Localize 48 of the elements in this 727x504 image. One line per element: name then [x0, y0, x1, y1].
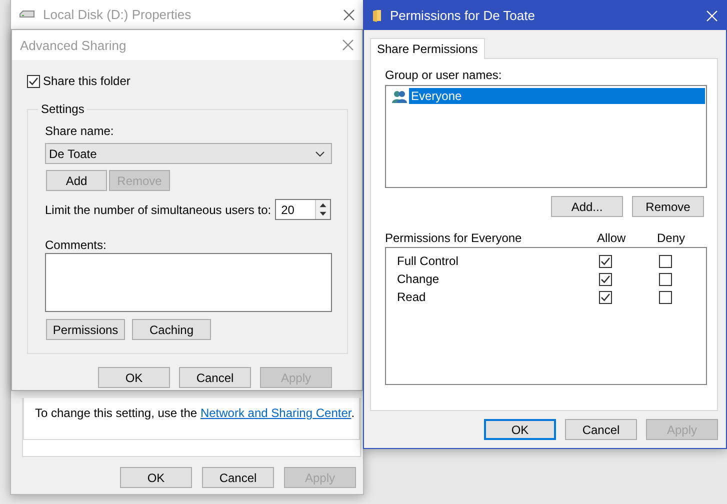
tab[interactable]: Share Permissions [370, 38, 485, 59]
column-header: Deny [657, 231, 686, 245]
dialog-button[interactable]: OK [120, 467, 192, 488]
dialog-button[interactable]: Cancel [202, 467, 274, 488]
group-title: Settings [40, 102, 86, 116]
dialog-button[interactable]: Cancel [179, 367, 251, 388]
checkbox-label: Share this folder [43, 74, 130, 88]
dialog-button[interactable]: Caching [132, 319, 211, 340]
permission-name: Read [397, 290, 427, 304]
dialog-button[interactable]: Add... [551, 196, 623, 217]
list-label: Group or user names: [385, 68, 503, 82]
drive-icon [19, 10, 35, 20]
dialog-button[interactable]: Remove [632, 196, 704, 217]
users-icon [392, 90, 408, 102]
window-title: Permissions for De Toate [390, 8, 536, 23]
permission-name: Full Control [397, 254, 460, 268]
network-sharing-link[interactable]: Network and Sharing Center [200, 406, 352, 420]
field-label: Comments: [45, 238, 108, 252]
checkbox[interactable] [659, 272, 672, 286]
close-icon[interactable] [342, 39, 354, 51]
comments-field[interactable] [45, 253, 332, 312]
dialog-title: Advanced Sharing [20, 38, 128, 52]
period-text: . [351, 406, 355, 420]
user-item[interactable]: Everyone [409, 88, 705, 104]
spin-arrows-icon[interactable] [315, 200, 330, 219]
column-header: Allow [597, 231, 627, 245]
dialog-button[interactable]: Permissions [46, 319, 125, 340]
checkbox[interactable] [659, 290, 672, 304]
close-icon[interactable] [343, 8, 355, 20]
checkbox[interactable] [27, 74, 40, 88]
folder-icon [372, 8, 382, 22]
checkbox[interactable] [599, 272, 612, 286]
field-label: Share name: [45, 124, 115, 138]
checkbox[interactable] [659, 254, 672, 268]
share-name-dropdown[interactable]: De Toate [45, 143, 332, 164]
user-limit-spinner[interactable]: 20 [275, 199, 332, 220]
default-button[interactable]: OK [484, 419, 556, 440]
dialog-button[interactable]: Cancel [565, 419, 637, 440]
chevron-down-icon [315, 150, 326, 156]
checkbox[interactable] [599, 254, 612, 268]
checkbox[interactable] [599, 290, 612, 304]
info-text: To change this setting, use the [35, 406, 198, 420]
field-label: Limit the number of simultaneous users to: [45, 202, 272, 216]
list-label: Permissions for Everyone [385, 231, 523, 245]
dialog-button[interactable]: Add [46, 170, 107, 191]
window-title: Local Disk (D:) Properties [43, 7, 192, 22]
permission-name: Change [397, 272, 440, 286]
dialog-button[interactable]: OK [98, 367, 170, 388]
